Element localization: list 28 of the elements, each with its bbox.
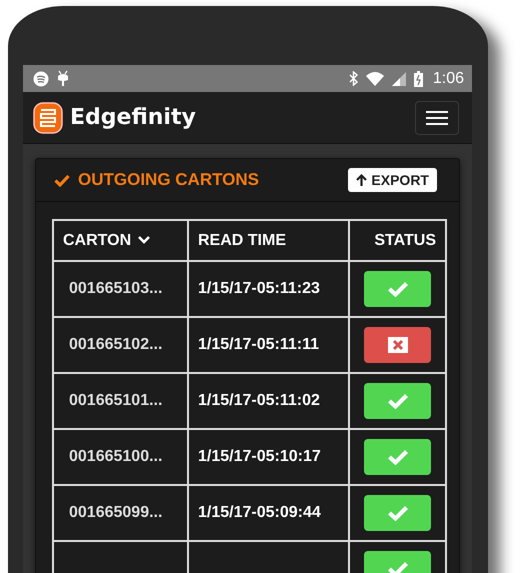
arrow-up-icon — [356, 174, 368, 186]
bluetooth-icon — [348, 71, 358, 86]
logo-icon — [33, 102, 63, 134]
table-cell: 1/15/17-05:11:11 — [198, 336, 319, 353]
table-cell: 001665100... — [69, 448, 162, 465]
table-cell: 1/15/17-05:11:23 — [198, 280, 320, 297]
music-app-icon — [33, 70, 49, 86]
table-cell: 001665099... — [69, 504, 162, 521]
check-icon — [54, 174, 70, 186]
export-button[interactable]: EXPORT — [348, 168, 437, 192]
menu-icon — [426, 110, 448, 126]
menu-button[interactable] — [415, 100, 459, 134]
wifi-icon — [366, 72, 384, 86]
signal-icon — [392, 72, 406, 86]
table-cell: 1/15/17-05:11:02 — [198, 392, 320, 409]
table-cell: 001665103... — [69, 280, 162, 297]
column-header: READ TIME — [198, 232, 286, 248]
table-cell: 001665101... — [69, 392, 162, 409]
robot-icon — [57, 70, 69, 87]
battery-icon — [414, 70, 423, 86]
table-cell: 001665102... — [69, 336, 162, 353]
app-title: Edgefinity — [70, 105, 196, 130]
card-title: OUTGOING CARTONS — [78, 170, 260, 190]
column-header: STATUS — [374, 232, 436, 248]
table-cell: 1/15/17-05:10:17 — [198, 448, 321, 465]
clock-time: 1:06 — [432, 70, 464, 88]
chevron-down-icon[interactable] — [137, 235, 152, 246]
table-cell: 1/15/17-05:09:44 — [198, 504, 321, 521]
